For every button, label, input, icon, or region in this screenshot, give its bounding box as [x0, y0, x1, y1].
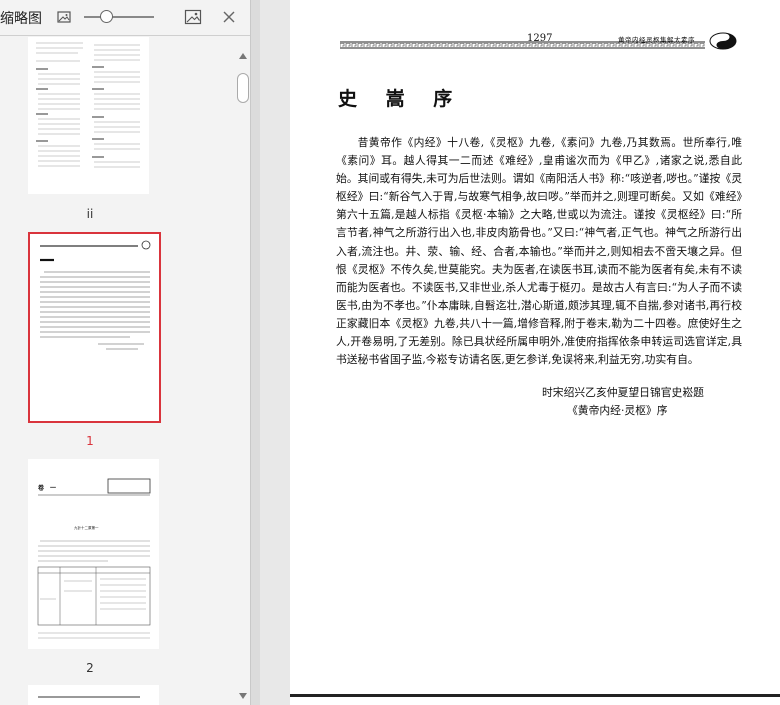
thumbnail-panel-header: 缩略图: [0, 0, 250, 36]
thumbnail-label-ii: ii: [86, 207, 94, 221]
page-bottom-edge: [290, 694, 780, 697]
scrollbar-thumb[interactable]: [237, 73, 249, 103]
decorative-header-rule: [340, 41, 705, 49]
thumbnail-page-1[interactable]: [28, 232, 161, 423]
scroll-up-arrow-icon[interactable]: [239, 53, 247, 59]
thumbnail-panel: 缩略图 ii 1 卷 一 九针十二原第一 2: [0, 0, 250, 705]
close-icon[interactable]: [222, 10, 236, 24]
signature-line: 时宋绍兴乙亥仲夏望日锦官史崧题: [542, 386, 704, 399]
signature-source: 《黄帝内经·灵枢》序: [567, 404, 668, 417]
section-title: 史 嵩 序: [338, 88, 464, 110]
scroll-down-arrow-icon[interactable]: [239, 693, 247, 699]
yin-yang-icon: [709, 32, 737, 50]
image-large-icon[interactable]: [184, 8, 202, 26]
thumbnail-list[interactable]: ii 1 卷 一 九针十二原第一 2: [0, 37, 236, 705]
thumbnail-header-line: [38, 696, 140, 698]
thumbnail-toc-lines: [36, 42, 140, 168]
thumbnail-page-3[interactable]: [28, 685, 159, 705]
thumbnail-label-1: 1: [86, 434, 94, 448]
zoom-slider-knob[interactable]: [100, 10, 113, 23]
thumbnail-scrollbar[interactable]: [236, 37, 250, 705]
panel-title: 缩略图: [0, 11, 42, 27]
thumbnail-preface-lines: [40, 240, 151, 350]
preface-body-text: 昔黄帝作《内经》十八卷,《灵枢》九卷,《素问》九卷,乃其数焉。世所奉行,唯《素问…: [336, 136, 742, 367]
thumbnail-chapter-title: 卷 一: [38, 485, 57, 492]
image-small-icon[interactable]: [56, 9, 72, 25]
document-page: 1297 黄帝内经灵枢集解太素序 史 嵩 序 昔黄帝作《内经》十八卷,《灵枢》九…: [290, 0, 780, 705]
panel-splitter[interactable]: [250, 0, 260, 705]
zoom-slider-track[interactable]: [84, 16, 154, 18]
thumbnail-section-heading: 九针十二原第一: [74, 526, 99, 530]
thumbnail-page-2[interactable]: 卷 一 九针十二原第一: [28, 459, 159, 649]
thumbnail-label-2: 2: [86, 661, 94, 675]
thumbnail-page-ii[interactable]: [28, 37, 149, 194]
